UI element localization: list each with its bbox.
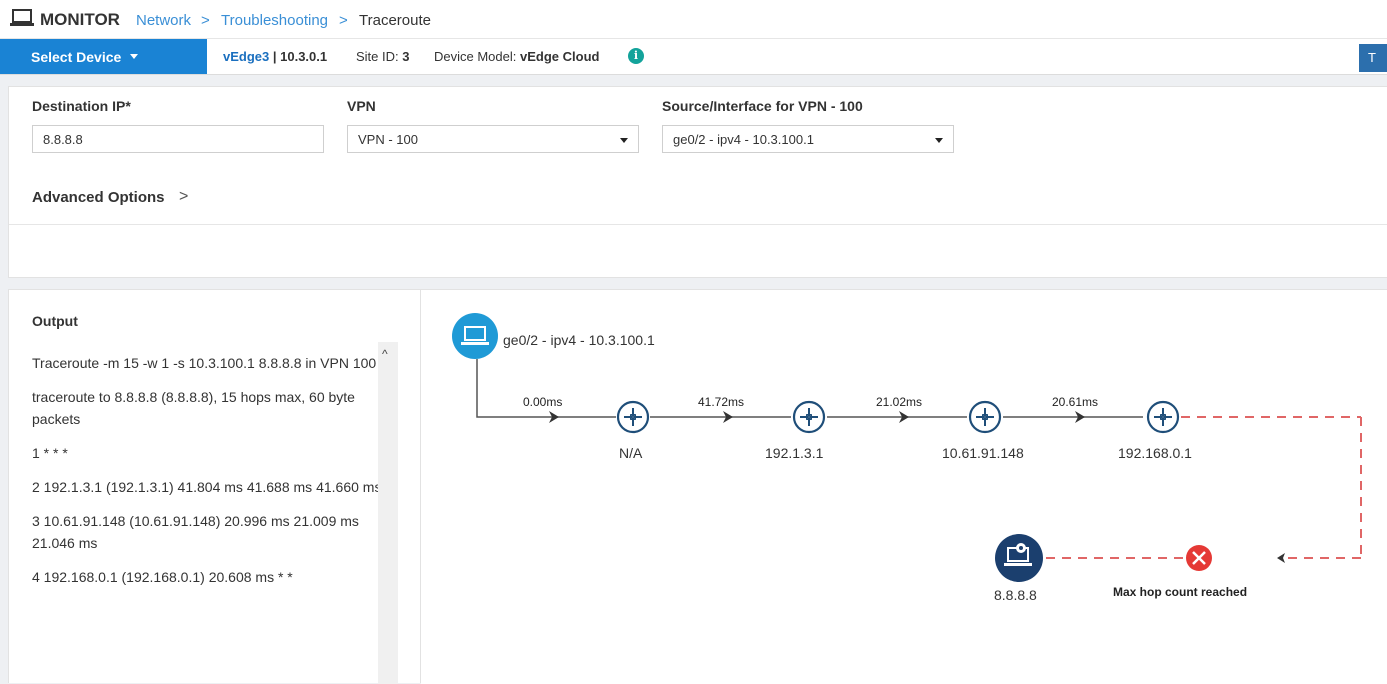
output-panel: Output Traceroute -m 15 -w 1 -s 10.3.100… [8, 289, 421, 684]
vpn-label: VPN [347, 98, 376, 114]
device-model: Device Model: vEdge Cloud [434, 49, 599, 64]
failed-path [1043, 416, 1362, 559]
device-hostname: vEdge3 [223, 49, 270, 64]
destination-label: 8.8.8.8 [994, 587, 1037, 603]
error-icon [1186, 545, 1212, 571]
destination-ip-input[interactable]: 8.8.8.8 [32, 125, 324, 153]
output-log: Traceroute -m 15 -w 1 -s 10.3.100.1 8.8.… [32, 352, 382, 600]
chevron-right-icon[interactable]: > [179, 188, 188, 206]
breadcrumb-network[interactable]: Network [136, 12, 191, 29]
source-interface-label: Source/Interface for VPN - 100 [662, 98, 863, 114]
device-model-value: vEdge Cloud [520, 49, 600, 64]
select-device-button[interactable]: Select Device [0, 39, 207, 74]
breadcrumb-separator: > [201, 12, 210, 29]
error-message: Max hop count reached [1113, 585, 1248, 599]
device-model-label: Device Model: [434, 49, 517, 64]
source-interface-node-label: ge0/2 - ipv4 - 10.3.100.1 [503, 332, 655, 348]
breadcrumb-separator: > [339, 12, 348, 29]
vpn-select[interactable]: VPN - 100 [347, 125, 639, 153]
scrollbar[interactable] [378, 342, 398, 684]
select-device-label: Select Device [31, 49, 122, 65]
vpn-select-value: VPN - 100 [358, 132, 418, 147]
top-bar: MONITOR Network > Troubleshooting > Trac… [0, 0, 1387, 38]
output-line: 2 192.1.3.1 (192.1.3.1) 41.804 ms 41.688… [32, 479, 382, 495]
laptop-icon [10, 9, 34, 26]
device-ip: | 10.3.0.1 [272, 49, 328, 64]
output-line: 3 10.61.91.148 (10.61.91.148) 20.996 ms … [32, 513, 359, 551]
output-line: 1 * * * [32, 445, 68, 461]
router-icon[interactable] [616, 400, 650, 434]
output-line: 4 192.168.0.1 (192.168.0.1) 20.608 ms * … [32, 569, 293, 585]
chevron-down-icon [620, 138, 628, 143]
destination-ip-label: Destination IP* [32, 98, 131, 114]
source-node-icon[interactable] [452, 313, 498, 359]
hop-latency: 0.00ms [523, 395, 563, 409]
device-name: vEdge3 | 10.3.0.1 [223, 49, 327, 64]
device-bar: Select Device vEdge3 | 10.3.0.1 Site ID:… [0, 38, 1387, 75]
hop-label: 10.61.91.148 [942, 445, 1024, 461]
breadcrumb-troubleshooting[interactable]: Troubleshooting [221, 12, 328, 29]
hop-latency: 20.61ms [1052, 395, 1099, 409]
failed-path-arrow [1277, 553, 1285, 563]
output-line: Traceroute -m 15 -w 1 -s 10.3.100.1 8.8.… [32, 355, 377, 371]
scroll-up-icon[interactable]: ^ [382, 347, 388, 361]
traceroute-form: Destination IP* 8.8.8.8 VPN VPN - 100 So… [8, 86, 1387, 278]
source-interface-select[interactable]: ge0/2 - ipv4 - 10.3.100.1 [662, 125, 954, 153]
output-line: traceroute to 8.8.8.8 (8.8.8.8), 15 hops… [32, 389, 355, 427]
divider [9, 224, 1387, 225]
source-interface-value: ge0/2 - ipv4 - 10.3.100.1 [673, 132, 814, 147]
hop-latency: 21.02ms [876, 395, 923, 409]
destination-node-icon[interactable] [995, 534, 1043, 582]
chevron-down-icon [935, 138, 943, 143]
info-icon[interactable]: i [628, 48, 644, 64]
hop-label: 192.1.3.1 [765, 445, 824, 461]
graph-canvas [452, 313, 1362, 582]
chevron-down-icon [130, 54, 138, 59]
site-id-label: Site ID: [356, 49, 399, 64]
site-id: Site ID: 3 [356, 49, 409, 64]
advanced-options-toggle[interactable]: Advanced Options [32, 189, 165, 206]
router-icon[interactable] [1146, 400, 1180, 434]
action-button[interactable]: T [1359, 44, 1387, 72]
hop-label: N/A [619, 445, 643, 461]
output-title: Output [32, 313, 78, 329]
page-title: MONITOR [40, 10, 120, 29]
router-icon[interactable] [792, 400, 826, 434]
hop-latency: 41.72ms [698, 395, 745, 409]
hop-label: 192.168.0.1 [1118, 445, 1192, 461]
breadcrumb-traceroute: Traceroute [359, 12, 431, 29]
site-id-value: 3 [402, 49, 410, 64]
router-icon[interactable] [968, 400, 1002, 434]
traceroute-graph: ge0/2 - ipv4 - 10.3.100.1 0.00ms 41.72ms… [421, 289, 1387, 684]
